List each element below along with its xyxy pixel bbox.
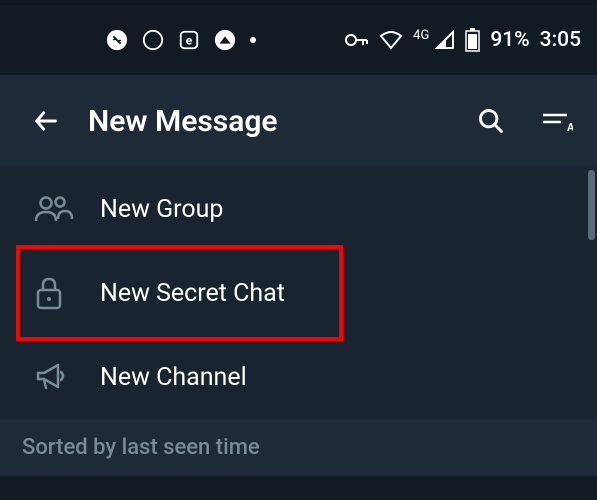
menu-item-label: New Secret Chat xyxy=(100,279,285,308)
status-bar: e 4G 91% 3:05 xyxy=(0,5,597,75)
signal-icon xyxy=(435,30,455,50)
vpn-icon xyxy=(214,29,236,51)
menu-list: New Group New Secret Chat New Channel xyxy=(0,167,597,419)
key-icon xyxy=(345,33,369,47)
page-title: New Message xyxy=(88,104,477,139)
sort-section: Sorted by last seen time xyxy=(0,419,597,476)
menu-item-new-secret-chat[interactable]: New Secret Chat xyxy=(0,251,597,335)
dot-separator xyxy=(250,37,256,43)
menu-item-label: New Group xyxy=(100,195,223,224)
battery-icon xyxy=(465,28,480,52)
menu-item-label: New Channel xyxy=(100,363,247,392)
search-icon[interactable] xyxy=(477,107,505,135)
megaphone-icon xyxy=(34,361,100,393)
back-arrow-icon[interactable] xyxy=(32,107,60,135)
sort-label: Sorted by last seen time xyxy=(22,435,260,460)
group-icon xyxy=(34,194,100,224)
app-bar: New Message A xyxy=(0,75,597,167)
svg-text:e: e xyxy=(186,34,193,48)
sort-icon[interactable]: A xyxy=(541,107,573,135)
menu-item-new-group[interactable]: New Group xyxy=(0,167,597,251)
wifi-icon xyxy=(379,30,403,50)
network-type: 4G xyxy=(413,28,429,43)
lock-icon xyxy=(34,276,100,310)
clock-time: 3:05 xyxy=(540,28,581,52)
menu-item-new-channel[interactable]: New Channel xyxy=(0,335,597,419)
browser-icon: e xyxy=(178,29,200,51)
scrollbar-thumb[interactable] xyxy=(588,170,595,240)
svg-text:A: A xyxy=(567,121,573,134)
moon-icon xyxy=(142,29,164,51)
mute-icon xyxy=(106,29,128,51)
battery-percent: 91% xyxy=(490,28,529,52)
